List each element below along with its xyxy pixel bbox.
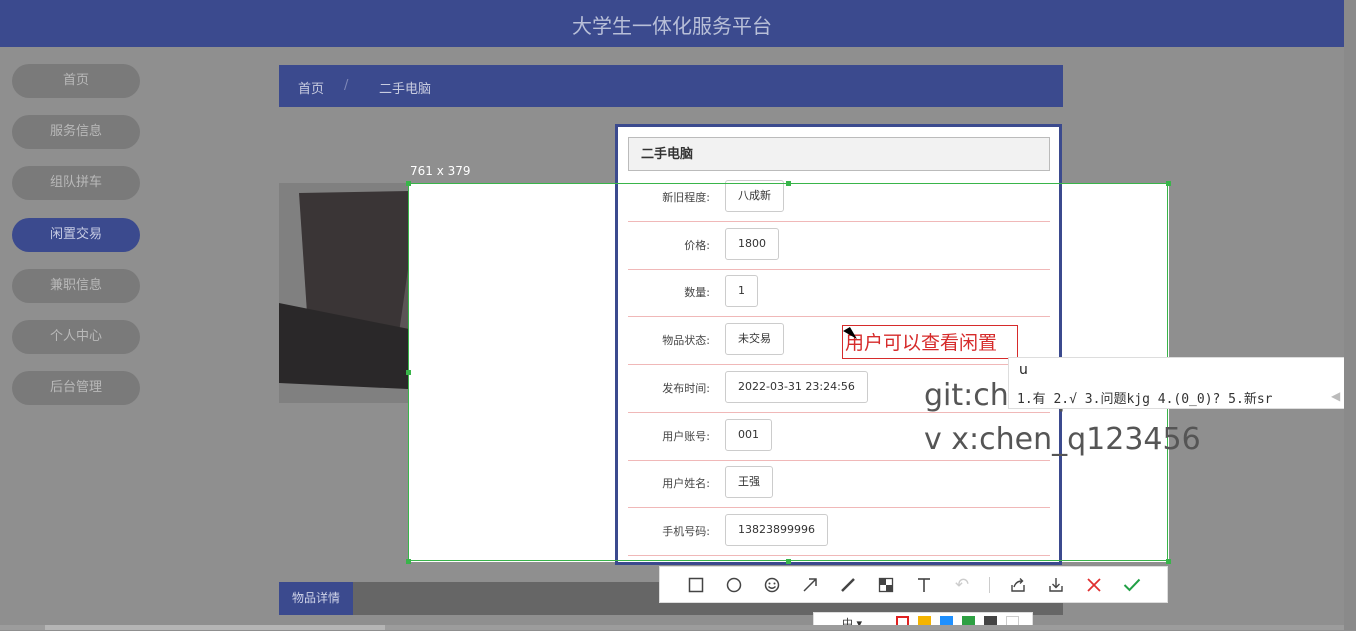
breadcrumb-home[interactable]: 首页	[298, 78, 324, 97]
sidebar-item-carpool[interactable]: 组队拼车	[12, 166, 140, 200]
breadcrumb-separator: /	[344, 78, 349, 93]
emoji-tool-icon[interactable]	[760, 573, 784, 597]
app-title: 大学生一体化服务平台	[572, 14, 772, 38]
sidebar-item-profile[interactable]: 个人中心	[12, 320, 140, 354]
resize-handle[interactable]	[786, 181, 791, 186]
horizontal-scrollbar-thumb[interactable]	[45, 625, 385, 630]
cancel-icon[interactable]	[1082, 573, 1106, 597]
field-value[interactable]: 2022-03-31 23:24:56	[725, 371, 868, 403]
breadcrumb-current: 二手电脑	[379, 82, 432, 97]
arrow-tool-icon[interactable]	[798, 573, 822, 597]
sidebar-item-secondhand[interactable]: 闲置交易	[12, 218, 140, 252]
text-annotation[interactable]: 用户可以查看闲置	[842, 325, 1018, 359]
field-label: 用户姓名:	[662, 477, 710, 490]
resize-handle[interactable]	[406, 370, 411, 375]
resize-handle[interactable]	[1166, 559, 1171, 564]
download-icon[interactable]	[1044, 573, 1068, 597]
vertical-scrollbar[interactable]	[1344, 0, 1356, 630]
ime-candidates[interactable]: 1.有 2.√ 3.问题kjg 4.(0_0)? 5.新sr	[1017, 388, 1273, 407]
field-label: 价格:	[684, 239, 710, 252]
field-label: 新旧程度:	[662, 191, 710, 204]
sidebar-item-services[interactable]: 服务信息	[12, 115, 140, 149]
field-row-condition: 新旧程度: 八成新	[628, 174, 1050, 222]
field-value[interactable]: 1	[725, 275, 758, 307]
prev-page-icon[interactable]: ◀	[1331, 389, 1340, 403]
rectangle-tool-icon[interactable]	[684, 573, 708, 597]
field-value[interactable]: 13823899996	[725, 514, 828, 546]
field-value[interactable]: 1800	[725, 228, 779, 260]
confirm-icon[interactable]	[1120, 573, 1144, 597]
field-value[interactable]: 王强	[725, 466, 773, 498]
ime-candidate-window: u 1.有 2.√ 3.问题kjg 4.(0_0)? 5.新sr ◀ ▶	[1008, 357, 1356, 409]
share-icon[interactable]	[1006, 573, 1030, 597]
tab-item-detail[interactable]: 物品详情	[279, 582, 353, 615]
field-row-username: 用户姓名: 王强	[628, 460, 1050, 508]
resize-handle[interactable]	[1166, 181, 1171, 186]
app-header: 大学生一体化服务平台	[0, 0, 1344, 47]
field-row-quantity: 数量: 1	[628, 269, 1050, 317]
screenshot-toolbar: ↶	[659, 566, 1168, 603]
sidebar-item-home[interactable]: 首页	[12, 64, 140, 98]
mosaic-tool-icon[interactable]	[874, 573, 898, 597]
toolbar-divider	[989, 577, 990, 593]
text-tool-icon[interactable]	[912, 573, 936, 597]
field-label: 发布时间:	[662, 382, 710, 395]
sidebar-item-parttime[interactable]: 兼职信息	[12, 269, 140, 303]
field-row-price: 价格: 1800	[628, 222, 1050, 270]
pen-tool-icon[interactable]	[836, 573, 860, 597]
resize-handle[interactable]	[786, 559, 791, 564]
ime-composition: u	[1019, 362, 1028, 378]
resize-handle[interactable]	[406, 559, 411, 564]
sidebar-item-admin[interactable]: 后台管理	[12, 371, 140, 405]
field-value[interactable]: 八成新	[725, 180, 784, 212]
watermark-line: v x:chen_q123456	[924, 422, 1201, 457]
field-value[interactable]: 001	[725, 419, 772, 451]
field-label: 数量:	[684, 286, 710, 299]
resize-handle[interactable]	[406, 181, 411, 186]
undo-icon[interactable]: ↶	[950, 573, 974, 597]
field-row-phone: 手机号码: 13823899996	[628, 508, 1050, 556]
field-label: 手机号码:	[662, 525, 710, 538]
modal-title: 二手电脑	[628, 137, 1050, 171]
field-label: 用户账号:	[662, 430, 710, 443]
field-label: 物品状态:	[662, 334, 710, 347]
breadcrumb: 首页 / 二手电脑	[279, 65, 1063, 107]
field-value[interactable]: 未交易	[725, 323, 784, 355]
ellipse-tool-icon[interactable]	[722, 573, 746, 597]
selection-size-label: 761 x 379	[410, 164, 471, 178]
